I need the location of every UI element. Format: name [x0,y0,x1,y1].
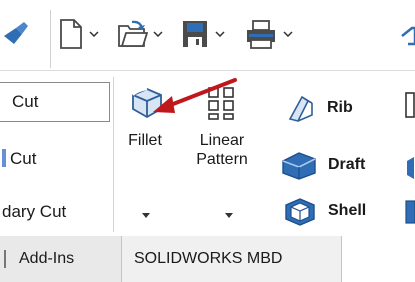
cut-item-2[interactable]: Cut [2,149,36,169]
open-folder-icon [118,20,148,47]
new-document-button[interactable] [58,18,100,50]
ribbon-group-separator [113,77,114,232]
linear-pattern-label: Linear Pattern [196,132,248,168]
rib-icon [283,91,319,125]
chevron-down-icon[interactable] [152,28,164,40]
open-button[interactable] [116,18,164,50]
fillet-icon [132,88,162,119]
chevron-down-icon[interactable] [88,28,100,40]
tab-strip-empty [342,236,415,282]
save-icon [183,21,207,47]
draft-icon [278,148,320,182]
features-ribbon: Cut Cut dary Cut Fillet Linear Pattern R… [0,71,415,236]
partial-icon-1[interactable] [404,89,415,121]
tab-add-ins[interactable]: Add-Ins [0,236,122,282]
rib-label: Rib [327,99,353,116]
draft-label: Draft [328,156,366,173]
tab-edge-glyph [4,250,11,268]
fillet-button[interactable]: Fillet [117,85,173,150]
partial-icon-3[interactable] [404,197,415,227]
cut-item-1[interactable]: Cut [12,92,38,112]
chevron-down-icon[interactable] [214,28,226,40]
chevron-down-icon[interactable] [282,28,294,40]
undo-icon[interactable] [400,22,415,48]
save-button[interactable] [180,18,226,50]
linear-pattern-button[interactable]: Linear Pattern [186,85,258,169]
shell-icon [280,194,320,228]
print-button[interactable] [244,18,294,50]
quick-access-toolbar [0,0,415,80]
new-document-icon [60,19,82,49]
toolbar-separator [50,10,51,68]
draft-button[interactable]: Draft [278,148,365,182]
partial-icon-2[interactable] [404,153,415,183]
shell-button[interactable]: Shell [280,194,366,228]
linear-pattern-dropdown-icon[interactable] [223,210,235,220]
fillet-label: Fillet [128,132,162,149]
cut-icon [2,149,6,167]
command-manager-tabs: Add-Ins SOLIDWORKS MBD [0,236,415,282]
print-icon [247,20,275,49]
pin-icon[interactable] [2,18,30,50]
cut-item-3[interactable]: dary Cut [2,202,66,222]
rib-button[interactable]: Rib [283,91,353,125]
linear-pattern-icon [208,87,234,120]
shell-label: Shell [328,202,367,219]
fillet-dropdown-icon[interactable] [140,210,152,220]
tab-solidworks-mbd[interactable]: SOLIDWORKS MBD [122,236,342,282]
